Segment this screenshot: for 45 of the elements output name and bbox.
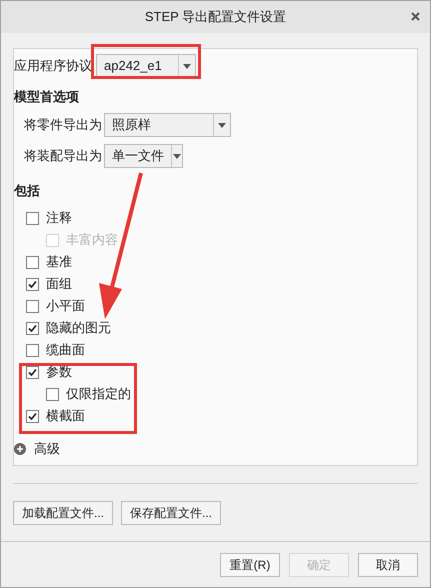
field-label: 应用程序协议 <box>14 57 93 76</box>
close-icon[interactable] <box>411 12 420 21</box>
checkbox[interactable] <box>26 300 39 312</box>
checkmark-icon <box>28 412 37 420</box>
checkbox-label: 横截面 <box>46 407 85 426</box>
caret-icon <box>173 154 181 158</box>
checkbox[interactable] <box>26 344 39 356</box>
caret-icon <box>218 122 226 128</box>
checkbox[interactable] <box>26 366 39 378</box>
checkbox-label: 参数 <box>46 363 72 382</box>
checkbox[interactable] <box>26 410 39 422</box>
checkbox-label: 仅限指定的 <box>66 385 131 404</box>
caret-icon <box>183 64 191 68</box>
dropdown-value: ap242_e1 <box>103 57 163 76</box>
section-title: 包括 <box>14 182 41 200</box>
profile-button[interactable]: 加载配置文件... <box>13 501 114 525</box>
checkmark-icon <box>28 324 37 332</box>
dropdown-value: 单一文件 <box>111 147 165 166</box>
checkmark-icon <box>28 368 37 376</box>
checkmark-icon <box>28 280 37 288</box>
dialog-button[interactable]: 重置(R) <box>220 553 280 577</box>
checkbox[interactable] <box>26 278 39 290</box>
dropdown[interactable]: 照原样 <box>104 113 231 137</box>
checkbox-label: 小平面 <box>46 297 85 316</box>
checkbox-label: 隐藏的图元 <box>46 319 111 338</box>
window-title: STEP 导出配置文件设置 <box>144 8 286 26</box>
checkbox-label: 注释 <box>46 209 72 228</box>
expand-icon[interactable] <box>14 443 26 455</box>
profile-button[interactable]: 保存配置文件... <box>121 501 222 525</box>
field-label: 将零件导出为 <box>24 116 103 134</box>
checkbox-label: 基准 <box>46 253 72 272</box>
dialog-button[interactable]: 取消 <box>358 553 418 577</box>
checkbox[interactable] <box>26 322 39 334</box>
checkbox-label: 缆曲面 <box>46 341 85 360</box>
field-label: 将装配导出为 <box>24 147 103 166</box>
dropdown-value: 照原样 <box>111 116 152 134</box>
checkbox-label: 面组 <box>46 275 72 294</box>
checkbox[interactable] <box>46 388 59 400</box>
checkbox[interactable] <box>26 212 39 224</box>
checkbox-label: 丰富内容 <box>66 231 118 250</box>
checkbox[interactable] <box>26 256 39 268</box>
dropdown[interactable]: ap242_e1 <box>96 54 196 78</box>
section-title: 模型首选项 <box>14 88 80 106</box>
section-toggle[interactable]: 高级 <box>34 439 60 459</box>
dropdown[interactable]: 单一文件 <box>104 144 183 168</box>
